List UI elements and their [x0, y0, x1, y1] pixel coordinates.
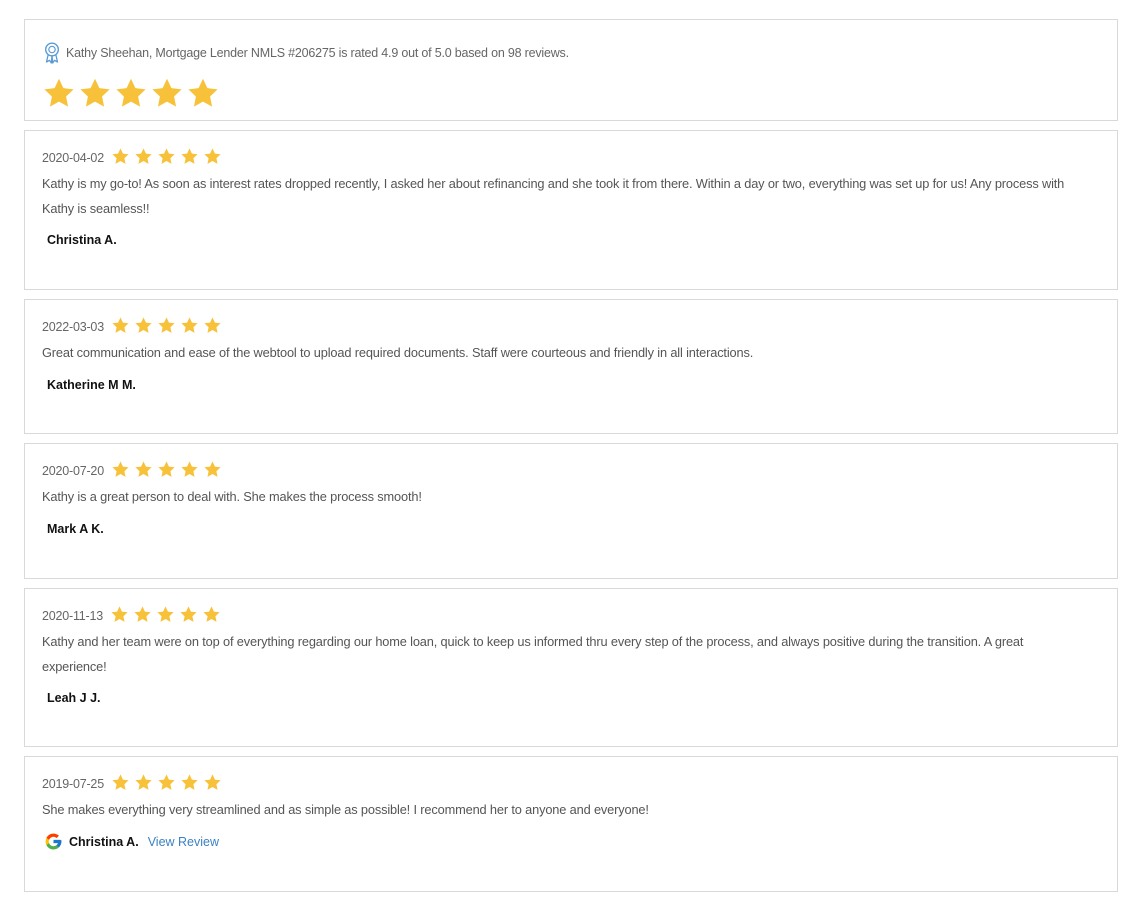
star-icon: [135, 774, 152, 790]
review-text: Kathy is my go-to! As soon as interest r…: [42, 176, 1065, 216]
star-icon: [135, 317, 152, 333]
star-icon: [157, 606, 174, 622]
star-icon: [135, 148, 152, 164]
star-icon: [152, 78, 182, 107]
reviewer: Katherine M M.: [47, 378, 136, 392]
review-card: 2020-07-20 Kathy is a great person to de…: [24, 443, 1118, 579]
google-icon: [45, 833, 62, 850]
review-star-rating: [111, 316, 226, 334]
star-icon: [112, 774, 129, 790]
star-icon: [181, 461, 198, 477]
review-card: 2019-07-25 She makes everything very str…: [24, 756, 1118, 892]
reviewer: Christina A.: [47, 233, 117, 247]
reviewer: Mark A K.: [47, 522, 104, 536]
rating-summary: Kathy Sheehan, Mortgage Lender NMLS #206…: [43, 42, 569, 64]
review-text: Great communication and ease of the webt…: [42, 345, 754, 360]
star-icon: [181, 774, 198, 790]
reviewer-name: Leah J J.: [47, 691, 101, 705]
award-ribbon-icon: [44, 42, 60, 64]
star-icon: [112, 461, 129, 477]
review-text: She makes everything very streamlined an…: [42, 802, 649, 817]
view-review-link[interactable]: View Review: [148, 835, 219, 849]
overall-star-rating: [42, 76, 222, 109]
review-star-rating: [111, 147, 226, 165]
review-text: Kathy and her team were on top of everyt…: [42, 634, 1024, 674]
star-icon: [111, 606, 128, 622]
review-card: 2020-11-13 Kathy and her team were on to…: [24, 588, 1118, 747]
reviewer: Leah J J.: [47, 691, 101, 705]
review-date: 2019-07-25: [42, 777, 104, 791]
reviewer-name: Katherine M M.: [47, 378, 136, 392]
star-icon: [204, 148, 221, 164]
star-icon: [158, 148, 175, 164]
star-icon: [203, 606, 220, 622]
review-star-rating: [111, 460, 226, 478]
star-icon: [188, 78, 218, 107]
review-date: 2020-04-02: [42, 151, 104, 165]
rating-summary-text: Kathy Sheehan, Mortgage Lender NMLS #206…: [66, 46, 569, 60]
review-card: 2022-03-03 Great communication and ease …: [24, 299, 1118, 434]
star-icon: [181, 148, 198, 164]
reviewer: Christina A. View Review: [45, 832, 219, 851]
review-star-rating: [111, 773, 226, 791]
review-star-rating: [110, 605, 225, 623]
star-icon: [204, 317, 221, 333]
star-icon: [135, 461, 152, 477]
star-icon: [116, 78, 146, 107]
review-date: 2022-03-03: [42, 320, 104, 334]
review-text: Kathy is a great person to deal with. Sh…: [42, 489, 422, 504]
reviewer-name: Christina A.: [69, 834, 139, 849]
star-icon: [204, 461, 221, 477]
rating-summary-card: Kathy Sheehan, Mortgage Lender NMLS #206…: [24, 19, 1118, 121]
star-icon: [158, 774, 175, 790]
star-icon: [180, 606, 197, 622]
review-date: 2020-07-20: [42, 464, 104, 478]
star-icon: [80, 78, 110, 107]
reviewer-name: Christina A.: [47, 233, 117, 247]
star-icon: [134, 606, 151, 622]
star-icon: [44, 78, 74, 107]
review-card: 2020-04-02 Kathy is my go-to! As soon as…: [24, 130, 1118, 290]
star-icon: [112, 148, 129, 164]
review-date: 2020-11-13: [42, 609, 104, 623]
star-icon: [158, 461, 175, 477]
star-icon: [181, 317, 198, 333]
star-icon: [204, 774, 221, 790]
star-icon: [112, 317, 129, 333]
star-icon: [158, 317, 175, 333]
reviewer-name: Mark A K.: [47, 522, 104, 536]
